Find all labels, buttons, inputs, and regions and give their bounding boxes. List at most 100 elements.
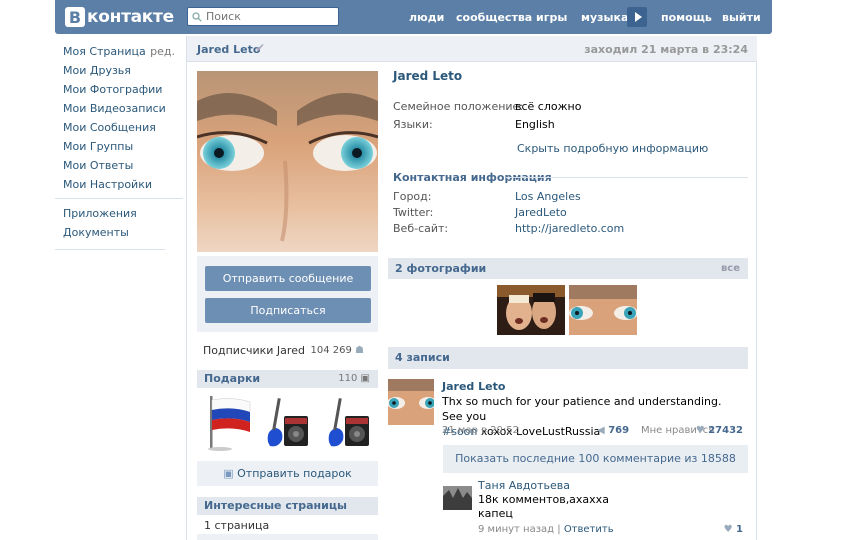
post-author[interactable]: Jared Leto — [442, 380, 505, 393]
search-icon — [192, 11, 202, 22]
comment-like-button[interactable]: ♥ 1 — [724, 524, 743, 535]
nav-music-label: музыка — [581, 10, 629, 24]
sidebar: Моя Страница ред. Мои Друзья Мои Фотограф… — [55, 42, 183, 250]
guitar-amp-gift-icon[interactable] — [262, 394, 312, 452]
twitter-label: Twitter: — [393, 206, 434, 219]
sidebar-divider — [55, 198, 183, 199]
nav-people[interactable]: люди — [409, 0, 444, 34]
sidebar-item-label: Моя Страница — [63, 45, 146, 58]
show-comments-button[interactable]: Показать последние 100 комментарие из 18… — [443, 445, 748, 473]
pages-title: Интересные страницы — [204, 499, 347, 512]
send-gift-button[interactable]: ▣ Отправить подарок — [197, 461, 378, 486]
post-avatar-image — [388, 379, 434, 425]
photos-header[interactable]: 2 фотографии все — [388, 258, 748, 279]
nav-logout[interactable]: выйти — [722, 0, 761, 34]
post-avatar[interactable] — [388, 379, 434, 425]
nav-music[interactable]: музыка — [581, 0, 628, 34]
search-input[interactable] — [206, 10, 336, 23]
photo-image — [497, 285, 565, 335]
vk-logo[interactable]: В контакте — [65, 6, 174, 28]
profile-header: Jared Leto ✔ заходил 21 марта в 23:24 — [187, 36, 757, 62]
comment-avatar[interactable] — [443, 486, 472, 510]
sidebar-item-photos[interactable]: Мои Фотографии — [63, 80, 183, 99]
logo-letter: В — [65, 7, 85, 27]
website-link[interactable]: http://jaredleto.com — [515, 222, 624, 235]
languages-value: English — [515, 118, 555, 131]
nav-help[interactable]: помощь — [661, 0, 712, 34]
subscribers-count-value: 104 269 — [310, 345, 352, 356]
city-label: Город: — [393, 190, 432, 203]
website-label: Веб-сайт: — [393, 222, 449, 235]
gift-icon: ▣ — [223, 467, 234, 480]
reply-link[interactable]: Ответить — [564, 524, 614, 535]
gifts-list — [197, 388, 378, 458]
sidebar-item-answers[interactable]: Мои Ответы — [63, 156, 183, 175]
play-icon[interactable] — [627, 7, 647, 27]
nav-help-label: помощь — [661, 10, 712, 24]
sidebar-item-groups[interactable]: Мои Группы — [63, 137, 183, 156]
profile-avatar[interactable] — [197, 71, 378, 252]
gifts-header[interactable]: Подарки 110 ▣ — [197, 370, 378, 388]
hide-info-link[interactable]: Скрыть подробную информацию — [517, 142, 708, 155]
pages-count[interactable]: 1 страница — [204, 519, 269, 532]
post-date[interactable]: 21 мар в 20:52 — [442, 425, 519, 436]
subscribers-count: 104 269 ☗ — [310, 345, 364, 356]
gifts-title: Подарки — [204, 372, 261, 385]
comment-avatar-image — [443, 486, 472, 510]
languages-label: Языки: — [393, 118, 433, 131]
gifts-count: 110 ▣ — [338, 370, 370, 388]
photos-all-link[interactable]: все — [721, 258, 740, 279]
comment-text: 18к комментов,ахахха капец — [478, 493, 609, 521]
search-box[interactable] — [187, 7, 339, 26]
wall-header[interactable]: 4 записи — [388, 347, 748, 369]
megaphone-icon: ◀ — [597, 425, 605, 436]
nav-people-label: люди — [409, 10, 445, 24]
post-date-label: 21 мар в 20:52 — [442, 425, 519, 436]
heart-icon: ♥ — [723, 524, 733, 535]
sidebar-item-friends[interactable]: Мои Друзья — [63, 61, 183, 80]
wall-title: 4 записи — [395, 351, 450, 364]
comment-time[interactable]: 9 минут назад — [478, 524, 554, 535]
gift-icon: ▣ — [360, 373, 370, 384]
sidebar-item-videos[interactable]: Мои Видеозаписи — [63, 99, 183, 118]
top-bar: В контакте люди сообщества игры музыка п… — [55, 0, 772, 34]
comment-meta: 9 минут назад | Ответить — [478, 524, 614, 535]
repost-count: 769 — [608, 425, 630, 436]
comment-author[interactable]: Таня Авдотьева — [478, 479, 570, 492]
nav-games[interactable]: игры — [536, 0, 567, 34]
info-name: Jared Leto — [393, 69, 463, 83]
sidebar-item-documents[interactable]: Документы — [63, 223, 183, 242]
city-value[interactable]: Los Angeles — [515, 190, 581, 203]
family-label: Семейное положение: — [393, 100, 524, 113]
send-message-button[interactable]: Отправить сообщение — [205, 266, 371, 291]
sidebar-item-apps[interactable]: Приложения — [63, 204, 183, 223]
nav-communities[interactable]: сообщества — [456, 0, 532, 34]
subscribe-button[interactable]: Подписаться — [205, 298, 371, 323]
photo-thumbnail[interactable] — [569, 285, 637, 335]
verified-icon: ✔ — [255, 41, 266, 55]
russian-flag-gift-icon[interactable] — [202, 394, 252, 452]
profile-name: Jared Leto — [197, 43, 261, 56]
comment-like-count: 1 — [736, 524, 743, 535]
gifts-count-value: 110 — [338, 373, 358, 384]
twitter-link[interactable]: JaredLeto — [515, 206, 567, 219]
pages-header[interactable]: Интересные страницы — [197, 497, 378, 515]
sidebar-item-messages[interactable]: Мои Сообщения — [63, 118, 183, 137]
photo-thumbnail[interactable] — [497, 285, 565, 335]
sidebar-item-settings[interactable]: Мои Настройки — [63, 175, 183, 194]
profile-content: Jared Leto ✔ заходил 21 марта в 23:24 От… — [186, 36, 757, 540]
send-gift-label: Отправить подарок — [237, 467, 352, 480]
guitar-amp-gift-icon[interactable] — [323, 394, 373, 452]
comment-line: 18к комментов,ахахха — [478, 493, 609, 506]
subscribers-link[interactable]: Подписчики Jared — [203, 344, 305, 357]
sidebar-item-my-page[interactable]: Моя Страница ред. — [63, 42, 183, 61]
heart-icon: ♥ — [695, 425, 705, 436]
sidebar-divider — [55, 249, 165, 250]
family-value: всё сложно — [515, 100, 582, 113]
people-icon: ☗ — [355, 345, 364, 356]
like-count: 27432 — [708, 425, 743, 436]
like-button[interactable]: ♥ 27432 — [696, 425, 743, 436]
edit-link[interactable]: ред. — [150, 42, 175, 61]
repost-button[interactable]: ◀ 769 — [597, 425, 629, 436]
nav-games-label: игры — [536, 10, 568, 24]
